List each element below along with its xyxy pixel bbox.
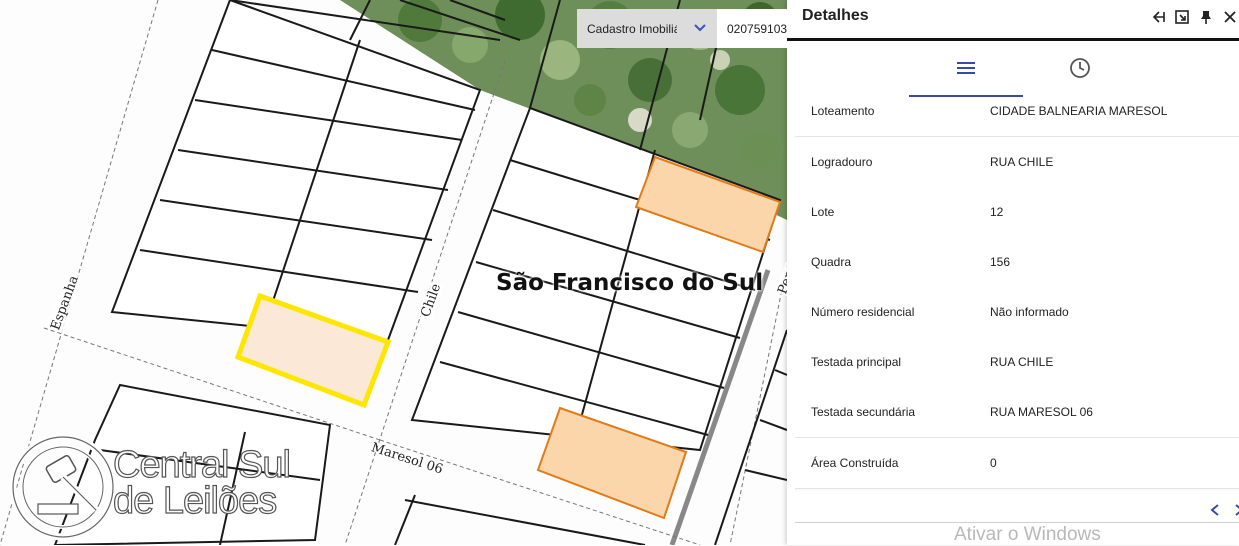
city-label: São Francisco do Sul <box>496 270 764 296</box>
detail-value: Não informado <box>990 305 1069 319</box>
chevron-left-icon <box>1210 504 1219 516</box>
layer-search-bar: Cadastro Imobiliário <box>577 9 787 48</box>
details-list: Loteamento CIDADE BALNEARIA MARESOL Logr… <box>795 103 1239 491</box>
tab-history[interactable] <box>1023 41 1137 95</box>
logo-line-1: Central Sul <box>112 444 291 486</box>
layer-select[interactable]: Cadastro Imobiliário <box>577 9 717 48</box>
detail-value: 12 <box>990 205 1004 219</box>
detail-label: Quadra <box>811 255 852 269</box>
panel-title: Detalhes <box>802 7 869 24</box>
detail-label: Número residencial <box>811 305 915 319</box>
tab-details[interactable] <box>909 41 1023 97</box>
close-icon[interactable] <box>1221 8 1239 26</box>
detail-row: Número residencial Não informado <box>795 287 1239 338</box>
history-icon <box>1070 58 1090 78</box>
next-page-button[interactable] <box>1233 502 1239 518</box>
windows-activation-watermark: Ativar o Windows <box>954 524 1101 545</box>
detail-label: Lote <box>811 205 835 219</box>
logo-line-2: de Leilões <box>112 480 277 522</box>
detail-row: Área Construída 0 <box>795 438 1239 489</box>
popout-icon[interactable] <box>1173 8 1191 26</box>
detail-row: Testada principal RUA CHILE <box>795 337 1239 388</box>
chevron-right-icon <box>1235 504 1239 516</box>
detail-label: Área Construída <box>811 456 899 470</box>
details-panel: Detalhes Loteamento CIDADE BALNEARIA MAR… <box>787 0 1239 545</box>
detail-value: CIDADE BALNEARIA MARESOL <box>990 104 1168 118</box>
detail-row: Testada secundária RUA MARESOL 06 <box>795 387 1239 438</box>
search-input[interactable] <box>717 9 787 48</box>
detail-value: 156 <box>990 255 1011 269</box>
previous-page-button[interactable] <box>1207 502 1223 518</box>
detail-row: Quadra 156 <box>795 237 1239 288</box>
detail-value: RUA CHILE <box>990 155 1054 169</box>
detail-row: Loteamento CIDADE BALNEARIA MARESOL <box>795 103 1239 137</box>
detail-label: Logradouro <box>811 155 873 169</box>
detail-value: 0 <box>990 456 997 470</box>
panel-header: Detalhes <box>787 0 1239 41</box>
central-sul-logo: Central Sul de Leilões <box>8 432 328 542</box>
collapse-left-icon[interactable] <box>1149 8 1167 26</box>
detail-label: Testada secundária <box>811 405 916 419</box>
detail-label: Testada principal <box>811 355 902 369</box>
detail-row: Lote 12 <box>795 187 1239 238</box>
gavel-emblem-icon <box>9 433 117 541</box>
chevron-down-icon <box>693 22 707 36</box>
detail-label: Loteamento <box>811 104 875 118</box>
layer-select-value: Cadastro Imobiliário <box>587 21 677 36</box>
panel-footer-divider <box>795 522 1239 523</box>
pin-icon[interactable] <box>1197 8 1215 26</box>
map-canvas[interactable]: Cadastro Imobiliário São Francisco do Su… <box>0 0 787 545</box>
detail-value: RUA MARESOL 06 <box>990 405 1093 419</box>
panel-header-actions <box>1149 8 1239 26</box>
list-icon <box>957 62 975 74</box>
detail-row: Logradouro RUA CHILE <box>795 137 1239 188</box>
panel-tabs <box>787 41 1239 97</box>
detail-value: RUA CHILE <box>990 355 1054 369</box>
